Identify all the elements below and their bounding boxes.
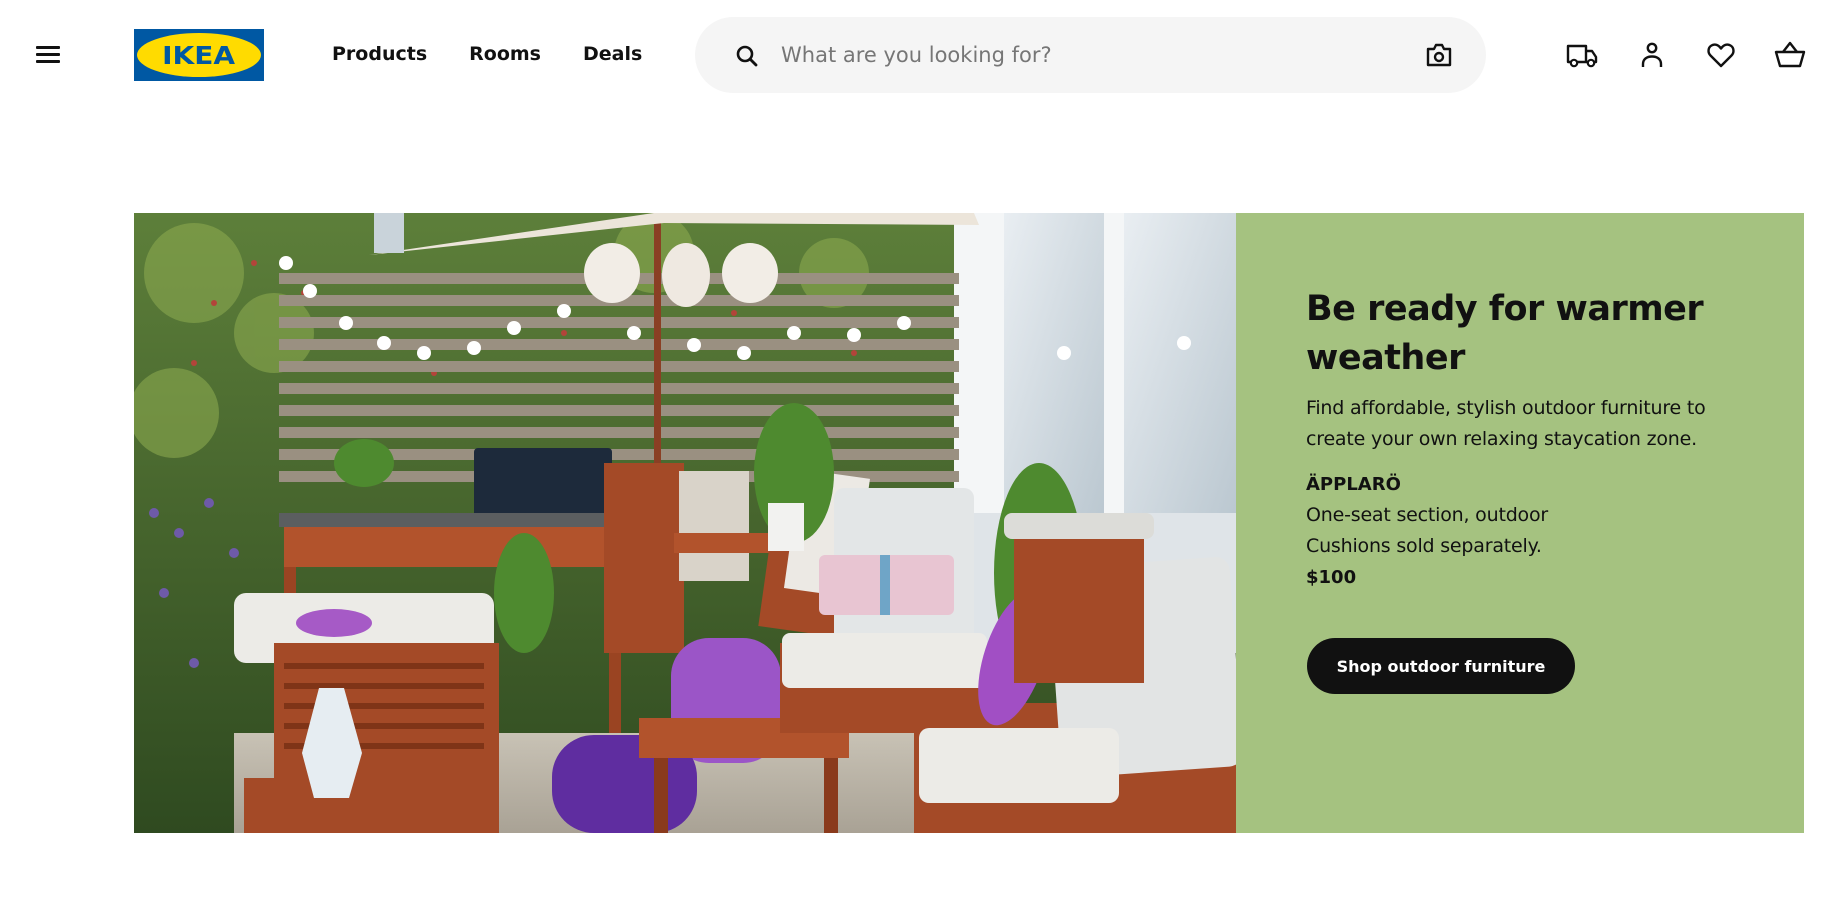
nav-deals[interactable]: Deals (583, 41, 642, 67)
person-icon[interactable] (1635, 40, 1669, 70)
hero-description: Find affordable, stylish outdoor furnitu… (1306, 397, 1706, 450)
logo-oval: IKEA (137, 33, 261, 77)
hero-title: Be ready for warmer weather (1306, 289, 1704, 378)
nav-products[interactable]: Products (332, 41, 427, 67)
menu-bar (36, 46, 60, 49)
hamburger-menu-icon[interactable] (34, 42, 62, 66)
search-input[interactable] (781, 35, 1401, 75)
shop-outdoor-furniture-button[interactable]: Shop outdoor furniture (1307, 638, 1575, 694)
product-note: Cushions sold separately. (1306, 535, 1542, 557)
hero-banner: Be ready for warmer weather Find afforda… (134, 213, 1804, 833)
menu-bar (36, 53, 60, 56)
product-name[interactable]: ÄPPLARÖ (1306, 469, 1746, 500)
site-header: IKEA Products Rooms Deals (0, 0, 1842, 110)
basket-icon[interactable] (1773, 40, 1807, 70)
hero-text-panel: Be ready for warmer weather Find afforda… (1236, 213, 1804, 833)
nav-rooms[interactable]: Rooms (469, 41, 541, 67)
camera-icon[interactable] (1425, 42, 1453, 68)
heart-icon[interactable] (1704, 40, 1738, 70)
product-type: One-seat section, outdoor (1306, 504, 1549, 526)
main-nav: Products Rooms Deals (332, 41, 642, 67)
patio-photo-illustration (134, 213, 1236, 833)
hero-content: Be ready for warmer weather Find afforda… (1306, 285, 1746, 593)
search-icon[interactable] (735, 44, 759, 68)
ikea-logo[interactable]: IKEA (134, 29, 264, 81)
menu-bar (36, 60, 60, 63)
search-bar (695, 17, 1486, 93)
truck-icon[interactable] (1565, 40, 1599, 70)
logo-text: IKEA (162, 40, 236, 70)
product-info: ÄPPLARÖ One-seat section, outdoor Cushio… (1306, 469, 1746, 593)
product-price: $100 (1306, 567, 1357, 588)
hero-image[interactable] (134, 213, 1236, 833)
